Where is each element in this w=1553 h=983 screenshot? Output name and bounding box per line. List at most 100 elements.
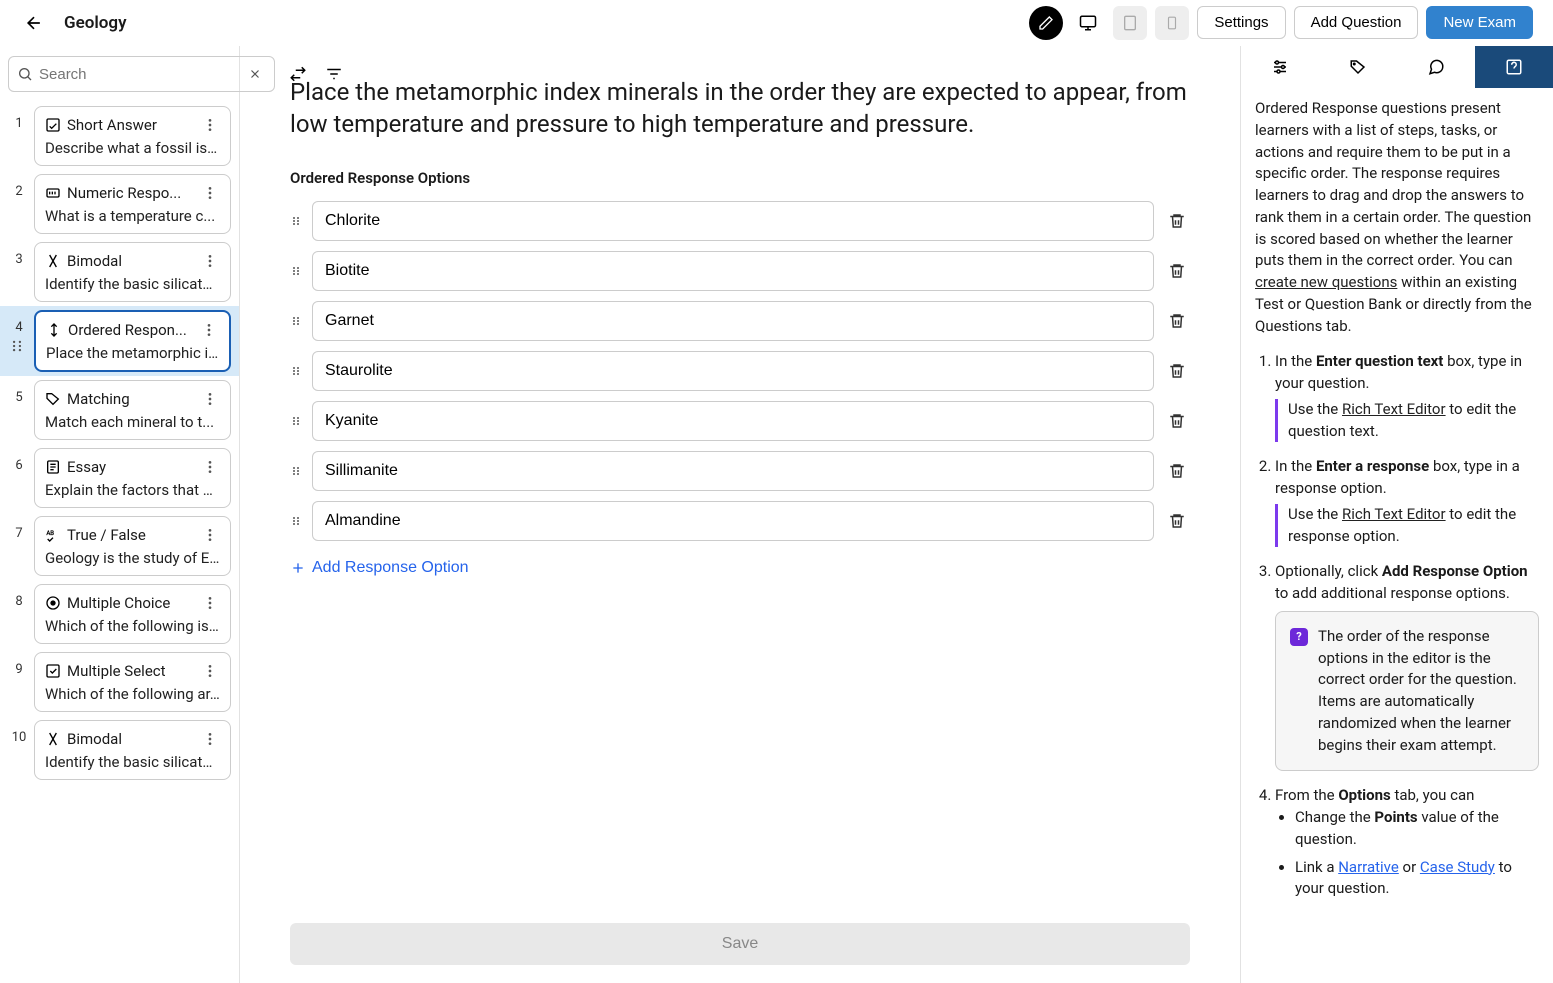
mobile-view-button[interactable] [1155, 6, 1189, 40]
new-exam-button[interactable]: New Exam [1426, 6, 1533, 39]
drag-handle-icon[interactable] [290, 363, 302, 379]
response-option-input[interactable] [312, 301, 1154, 341]
essay-icon [45, 459, 61, 475]
drag-handle-icon[interactable] [10, 335, 28, 353]
question-more-button[interactable] [200, 457, 220, 477]
delete-option-button[interactable] [1164, 358, 1190, 384]
back-button[interactable] [20, 9, 48, 37]
delete-option-button[interactable] [1164, 408, 1190, 434]
save-button[interactable]: Save [290, 923, 1190, 965]
response-option-input[interactable] [312, 451, 1154, 491]
question-card[interactable]: Multiple Select Which of the following a… [34, 652, 231, 712]
question-number: 4 [10, 310, 28, 335]
question-list: 1 Short Answer Describe what a fossil is… [0, 102, 239, 983]
question-more-button[interactable] [200, 525, 220, 545]
delete-option-button[interactable] [1164, 308, 1190, 334]
case-study-link[interactable]: Case Study [1420, 858, 1495, 876]
pencil-icon [1038, 15, 1054, 31]
more-vertical-icon [202, 117, 218, 133]
add-option-label: Add Response Option [312, 559, 469, 577]
question-desc: Explain the factors that c... [45, 481, 220, 499]
response-option-input[interactable] [312, 251, 1154, 291]
delete-option-button[interactable] [1164, 258, 1190, 284]
note-icon: ? [1290, 628, 1308, 646]
response-option-input[interactable] [312, 401, 1154, 441]
help-tabs [1241, 46, 1553, 88]
question-type-label: Ordered Respon... [68, 321, 187, 339]
help-panel: Ordered Response questions present learn… [1241, 46, 1553, 983]
delete-option-button[interactable] [1164, 208, 1190, 234]
drag-handle-icon[interactable] [290, 413, 302, 429]
desktop-view-button[interactable] [1071, 6, 1105, 40]
response-option-input[interactable] [312, 351, 1154, 391]
question-desc: Which of the following ar... [45, 685, 220, 703]
question-card[interactable]: Multiple Choice Which of the following i… [34, 584, 231, 644]
question-more-button[interactable] [200, 661, 220, 681]
svg-text:AB: AB [46, 530, 54, 537]
question-type-label: Multiple Select [67, 662, 166, 680]
question-card[interactable]: Short Answer Describe what a fossil is .… [34, 106, 231, 166]
question-more-button[interactable] [199, 320, 219, 340]
more-vertical-icon [202, 185, 218, 201]
rich-text-editor-link[interactable]: Rich Text Editor [1342, 400, 1446, 418]
question-row: 5 Matching Match each mineral to t... [0, 376, 239, 444]
bimodal-icon [45, 253, 61, 269]
narrative-link[interactable]: Narrative [1338, 858, 1399, 876]
more-vertical-icon [202, 527, 218, 543]
response-option-input[interactable] [312, 501, 1154, 541]
question-number: 7 [10, 516, 28, 541]
add-question-button[interactable]: Add Question [1294, 6, 1419, 39]
question-row: 7 AB True / False Geology is the study o… [0, 512, 239, 580]
trash-icon [1168, 412, 1186, 430]
question-card[interactable]: Numeric Respo... What is a temperature c… [34, 174, 231, 234]
response-option-row [290, 201, 1190, 241]
response-option-input[interactable] [312, 201, 1154, 241]
question-card[interactable]: Bimodal Identify the basic silicate... [34, 242, 231, 302]
page-title: Geology [64, 13, 127, 33]
tab-comments[interactable] [1397, 46, 1475, 88]
question-type-label: Short Answer [67, 116, 157, 134]
bimodal-icon [45, 731, 61, 747]
question-more-button[interactable] [200, 389, 220, 409]
question-row: 9 Multiple Select Which of the following… [0, 648, 239, 716]
drag-handle-icon[interactable] [290, 263, 302, 279]
question-number: 3 [10, 242, 28, 267]
question-more-button[interactable] [200, 183, 220, 203]
question-desc: Identify the basic silicate... [45, 753, 220, 771]
question-more-button[interactable] [200, 251, 220, 271]
settings-button[interactable]: Settings [1197, 6, 1285, 39]
question-card[interactable]: Matching Match each mineral to t... [34, 380, 231, 440]
question-row: 3 Bimodal Identify the basic silicate... [0, 238, 239, 306]
question-number: 8 [10, 584, 28, 609]
tab-help[interactable] [1475, 46, 1553, 88]
drag-handle-icon[interactable] [290, 513, 302, 529]
question-card[interactable]: Bimodal Identify the basic silicate... [34, 720, 231, 780]
question-card[interactable]: AB True / False Geology is the study of … [34, 516, 231, 576]
add-response-option-button[interactable]: Add Response Option [290, 559, 469, 577]
drag-handle-icon[interactable] [290, 463, 302, 479]
search-input[interactable] [39, 66, 238, 83]
more-vertical-icon [202, 595, 218, 611]
mobile-icon [1165, 14, 1179, 32]
question-type-label: Matching [67, 390, 130, 408]
delete-option-button[interactable] [1164, 458, 1190, 484]
edit-mode-button[interactable] [1029, 6, 1063, 40]
question-more-button[interactable] [200, 115, 220, 135]
tab-tags[interactable] [1319, 46, 1397, 88]
drag-handle-icon[interactable] [290, 313, 302, 329]
delete-option-button[interactable] [1164, 508, 1190, 534]
question-desc: Match each mineral to t... [45, 413, 220, 431]
tablet-view-button[interactable] [1113, 6, 1147, 40]
help-step-2: In the Enter a response box, type in a r… [1275, 456, 1539, 547]
question-row: 2 Numeric Respo... What is a temperature… [0, 170, 239, 238]
question-card[interactable]: Essay Explain the factors that c... [34, 448, 231, 508]
question-desc: What is a temperature c... [45, 207, 220, 225]
create-questions-link[interactable]: create new questions [1255, 273, 1397, 291]
trash-icon [1168, 262, 1186, 280]
rich-text-editor-link-2[interactable]: Rich Text Editor [1342, 505, 1446, 523]
question-more-button[interactable] [200, 729, 220, 749]
drag-handle-icon[interactable] [290, 213, 302, 229]
tab-settings[interactable] [1241, 46, 1319, 88]
question-card[interactable]: Ordered Respon... Place the metamorphic … [34, 310, 231, 372]
question-more-button[interactable] [200, 593, 220, 613]
